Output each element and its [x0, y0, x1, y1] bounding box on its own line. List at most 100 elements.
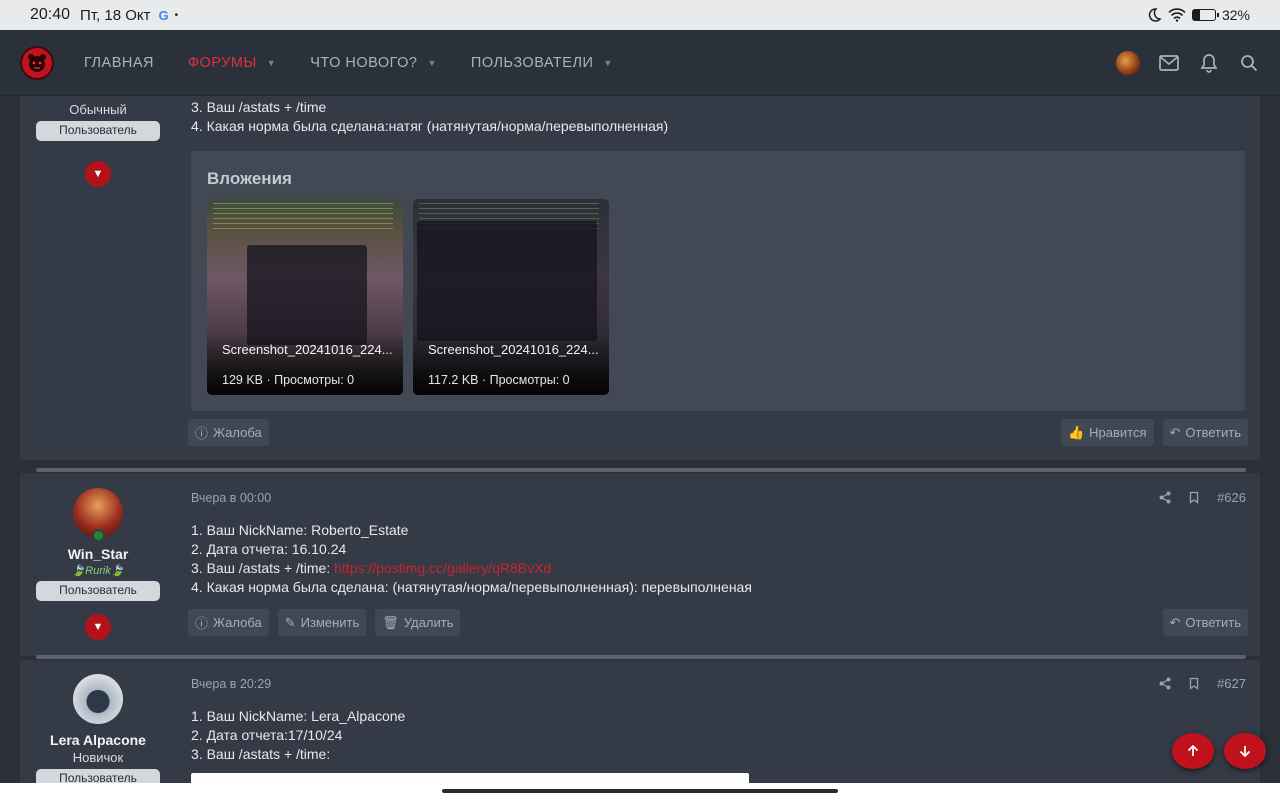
inbox-icon[interactable]	[1158, 52, 1180, 74]
forum-navbar: ГЛАВНАЯ ФОРУМЫ ▼ ЧТО НОВОГО? ▼ ПОЛЬЗОВАТЕЛ…	[0, 30, 1280, 96]
attachment-info: 117.2 KB · Просмотры: 0	[428, 373, 570, 387]
share-icon[interactable]	[1159, 677, 1171, 690]
online-status-icon	[92, 529, 105, 542]
post-number[interactable]: #626	[1217, 490, 1246, 505]
gesture-navigation-bar	[0, 783, 1280, 800]
report-button[interactable]: ⓘ Жалоба	[188, 419, 269, 446]
post-time[interactable]: Вчера в 00:00	[191, 491, 271, 505]
post-author: Lera Alpacone Новичок Пользователь	[20, 674, 176, 789]
user-title: Обычный	[69, 102, 127, 117]
post-separator	[36, 655, 1246, 659]
nav-users[interactable]: ПОЛЬЗОВАТЕЛИ ▼	[471, 55, 613, 71]
post-author: Обычный Пользователь ▼	[20, 100, 176, 187]
post-line: 1. Ваш NickName: Lera_Alpacone	[191, 708, 406, 724]
post-line: 2. Дата отчета: 16.10.24	[191, 541, 347, 557]
google-icon: G	[158, 7, 169, 23]
battery-icon	[1191, 9, 1219, 21]
share-icon[interactable]	[1159, 491, 1171, 504]
post-body: Вчера в 20:29 #627 1. Ваш NickName: Lera…	[191, 676, 1246, 764]
home-indicator[interactable]	[442, 789, 838, 793]
edit-button[interactable]: ✎ Изменить	[277, 609, 367, 636]
username[interactable]: Lera Alpacone	[20, 732, 176, 748]
wifi-icon	[1168, 8, 1186, 22]
reply-icon: ↶	[1169, 424, 1181, 440]
gallery-link[interactable]: https://postimg.cc/gallery/qR8BvXd	[334, 560, 551, 576]
post-author: Win_Star 🍃Rurik🍃 Пользователь ▼	[20, 488, 176, 640]
avatar[interactable]	[73, 488, 123, 542]
nav-home[interactable]: ГЛАВНАЯ	[84, 55, 154, 71]
post-line: 3. Ваш /astats + /time	[191, 99, 327, 115]
status-date: Пт, 18 Окт	[80, 6, 151, 24]
user-title: Новичок	[72, 750, 124, 765]
username[interactable]: Win_Star	[20, 546, 176, 562]
chevron-down-icon[interactable]: ▼	[603, 58, 612, 68]
account-avatar[interactable]	[1116, 50, 1140, 75]
post-line: 1. Ваш NickName: Roberto_Estate	[191, 522, 409, 538]
nav-forums[interactable]: ФОРУМЫ ▼	[188, 55, 276, 71]
post-body: 3. Ваш /astats + /time 4. Какая норма бы…	[191, 98, 1246, 136]
attachment-thumbnail[interactable]: Screenshot_20241016_224... 117.2 KB · Пр…	[413, 199, 609, 395]
main-nav: ГЛАВНАЯ ФОРУМЫ ▼ ЧТО НОВОГО? ▼ ПОЛЬЗОВАТЕЛ…	[84, 55, 647, 71]
chevron-down-icon[interactable]: ▼	[428, 58, 437, 68]
attachment-name: Screenshot_20241016_224...	[428, 342, 599, 357]
attachments-title: Вложения	[207, 169, 292, 188]
post: Lera Alpacone Новичок Пользователь Вчера…	[20, 660, 1260, 800]
post: Обычный Пользователь ▼ 3. Ваш /astats + …	[20, 96, 1260, 460]
device-status-bar: 20:40 Пт, 18 Окт G • 32%	[0, 0, 1280, 30]
chevron-down-icon[interactable]: ▼	[267, 58, 276, 68]
post: Win_Star 🍃Rurik🍃 Пользователь ▼ Вчера в …	[20, 473, 1260, 656]
chevron-down-icon: ▼	[92, 621, 104, 633]
post-actions: ⓘ Жалоба ✎ Изменить 🗑 Удалить ↶ Ответить	[188, 609, 1248, 636]
report-button[interactable]: ⓘ Жалоба	[188, 609, 269, 636]
pencil-icon: ✎	[284, 614, 296, 630]
role-badge: Пользователь	[36, 121, 160, 141]
post-meta: Вчера в 20:29 #627	[191, 676, 1246, 691]
reply-button[interactable]: ↶ Ответить	[1162, 419, 1248, 446]
reply-button[interactable]: ↶ Ответить	[1162, 609, 1248, 636]
role-badge: Пользователь	[36, 581, 160, 601]
bell-icon[interactable]	[1198, 52, 1220, 74]
scroll-bottom-button[interactable]	[1224, 733, 1266, 769]
report-icon: ⓘ	[195, 616, 209, 631]
avatar[interactable]	[73, 674, 123, 724]
scroll-top-button[interactable]	[1172, 733, 1214, 769]
user-title: 🍃Rurik🍃	[71, 565, 125, 577]
post-time[interactable]: Вчера в 20:29	[191, 677, 271, 691]
thread-content: Обычный Пользователь ▼ 3. Ваш /astats + …	[20, 96, 1260, 800]
post-body: Вчера в 00:00 #626 1. Ваш NickName: Robe…	[191, 490, 1246, 597]
attachments-block: Вложения Screenshot_20241016_224... 129 …	[191, 151, 1245, 411]
arrow-down-icon	[1239, 746, 1251, 757]
post-line: 2. Дата отчета:17/10/24	[191, 727, 343, 743]
bookmark-icon[interactable]	[1189, 677, 1199, 690]
notification-dot-icon: •	[174, 9, 179, 21]
nav-whats-new[interactable]: ЧТО НОВОГО? ▼	[310, 55, 437, 71]
battery-percent: 32%	[1221, 7, 1250, 23]
do-not-disturb-moon-icon	[1148, 8, 1162, 22]
post-line: 4. Какая норма была сделана: (натянутая/…	[191, 579, 752, 595]
delete-button[interactable]: 🗑 Удалить	[375, 609, 461, 636]
bear-logo-icon	[28, 53, 46, 72]
post-line: 4. Какая норма была сделана:натяг (натян…	[191, 118, 669, 134]
reply-icon: ↶	[1169, 614, 1181, 630]
trash-icon: 🗑	[382, 614, 399, 630]
arrow-up-icon	[1187, 745, 1199, 756]
post-line: 3. Ваш /astats + /time:	[191, 746, 331, 762]
post-meta: Вчера в 00:00 #626	[191, 490, 1246, 505]
like-button[interactable]: 👍 Нравится	[1060, 419, 1154, 446]
status-time: 20:40	[30, 6, 71, 23]
post-actions: ⓘ Жалоба 👍 Нравится ↶ Ответить	[188, 419, 1248, 446]
bookmark-icon[interactable]	[1189, 491, 1199, 504]
attachment-name: Screenshot_20241016_224...	[222, 342, 393, 357]
search-icon[interactable]	[1238, 52, 1260, 74]
expand-user-button[interactable]: ▼	[85, 161, 111, 187]
attachment-thumbnail[interactable]: Screenshot_20241016_224... 129 KB · Прос…	[207, 199, 403, 395]
attachment-info: 129 KB · Просмотры: 0	[222, 373, 355, 387]
expand-user-button[interactable]: ▼	[85, 614, 111, 640]
post-line: 3. Ваш /astats + /time: https://postimg.…	[191, 560, 552, 576]
thumbs-up-icon: 👍	[1067, 424, 1085, 440]
post-separator	[36, 468, 1246, 472]
report-icon: ⓘ	[195, 426, 209, 441]
site-logo[interactable]	[20, 45, 54, 80]
chevron-down-icon: ▼	[92, 168, 104, 180]
post-number[interactable]: #627	[1217, 676, 1246, 691]
